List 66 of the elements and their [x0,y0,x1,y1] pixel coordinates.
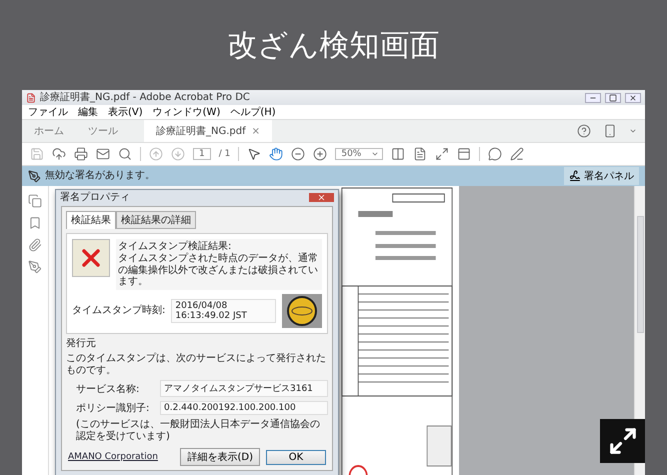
minimize-button[interactable] [585,92,601,102]
banner-message: 無効な署名があります。 [45,170,155,182]
hand-icon[interactable] [269,147,284,161]
seal-logo-icon [282,294,322,328]
invalid-mark-icon [72,238,110,276]
pdf-file-icon [26,92,36,102]
signature-panel-button[interactable]: 署名パネル [564,167,639,185]
close-icon [629,94,637,102]
tab-close-button[interactable]: × [252,126,260,136]
page-fit-icon[interactable] [391,147,406,161]
toolbar-icon[interactable] [457,147,472,161]
menu-item[interactable]: 編集 [78,105,98,119]
zoom-out-icon[interactable] [291,147,306,161]
caret-icon[interactable] [629,127,637,135]
field-label: ポリシー識別子: [75,402,150,415]
tab[interactable]: ツール [76,120,130,142]
expand-button[interactable] [600,419,645,463]
expand-icon [608,426,638,456]
maximize-button[interactable] [605,92,621,102]
pages-icon[interactable] [28,194,42,208]
menu-item[interactable]: ウィンドウ(W) [152,105,220,119]
timestamp-value: 2016/04/08 16:13:49.02 JST [171,298,276,322]
page-total: / 1 [218,149,230,159]
print-icon[interactable] [74,147,88,161]
certification-note: (このサービスは、一般財団法人日本データ通信協会の認定を受けています) [75,419,321,442]
search-icon[interactable] [118,147,132,161]
zoom-dropdown[interactable]: 50% [335,148,384,160]
field-value: アマノタイムスタンプサービス3161 [160,380,328,397]
menu-item[interactable]: 表示(V) [108,105,143,119]
result-heading: タイムスタンプ検証結果: [118,240,232,252]
tab[interactable]: ホーム [22,120,76,142]
page-heading: 改ざん検知画面 [226,26,440,64]
field-value: 0.2.440.200192.100.200.100 [160,401,328,415]
issuer-text: このタイムスタンプは、次のサービスによって発行されたものです。 [66,353,327,376]
field-label: サービス名称: [75,382,140,396]
dialog-title: 署名プロパティ [60,192,130,204]
full-screen-icon[interactable] [435,147,450,161]
help-icon[interactable] [577,124,591,138]
cloud-upload-icon[interactable] [52,147,66,161]
menu-item[interactable]: ファイル [28,105,68,119]
tab[interactable]: 診療証明書_NG.pdf × [144,120,272,142]
caret-icon [371,150,380,158]
page-number-field[interactable]: 1 [193,148,211,160]
vendor-link[interactable]: AMANO Corporation [68,452,158,462]
dialog-tab[interactable]: 検証結果 [66,210,116,228]
mobile-icon[interactable] [603,124,617,138]
dialog-button[interactable]: 詳細を表示(D) [180,448,260,466]
comment-icon[interactable] [488,147,502,161]
mail-icon[interactable] [96,147,110,161]
result-message: タイムスタンプされた時点のデータが、通常の編集操作以外で改ざんまたは破損されています。 [118,253,319,288]
attachment-icon[interactable] [28,238,42,252]
page-view-icon[interactable] [413,147,428,161]
scrollbar[interactable] [636,216,644,333]
dialog-button[interactable]: OK [266,450,326,464]
pen-icon[interactable] [510,147,524,161]
maximize-icon [609,94,617,102]
dialog-tab[interactable]: 検証結果の詳細 [116,210,196,228]
window-title: 診療証明書_NG.pdf - Adobe Acrobat Pro DC [40,92,250,104]
close-icon [317,193,326,202]
timestamp-label: タイムスタンプ時刻: [72,304,166,316]
close-button[interactable] [625,92,641,102]
issuer-heading: 発行元 [66,338,97,349]
bookmark-icon[interactable] [28,216,42,230]
menu-item[interactable]: ヘルプ(H) [230,105,276,119]
pointer-icon[interactable] [247,147,262,161]
zoom-in-icon[interactable] [313,147,328,161]
